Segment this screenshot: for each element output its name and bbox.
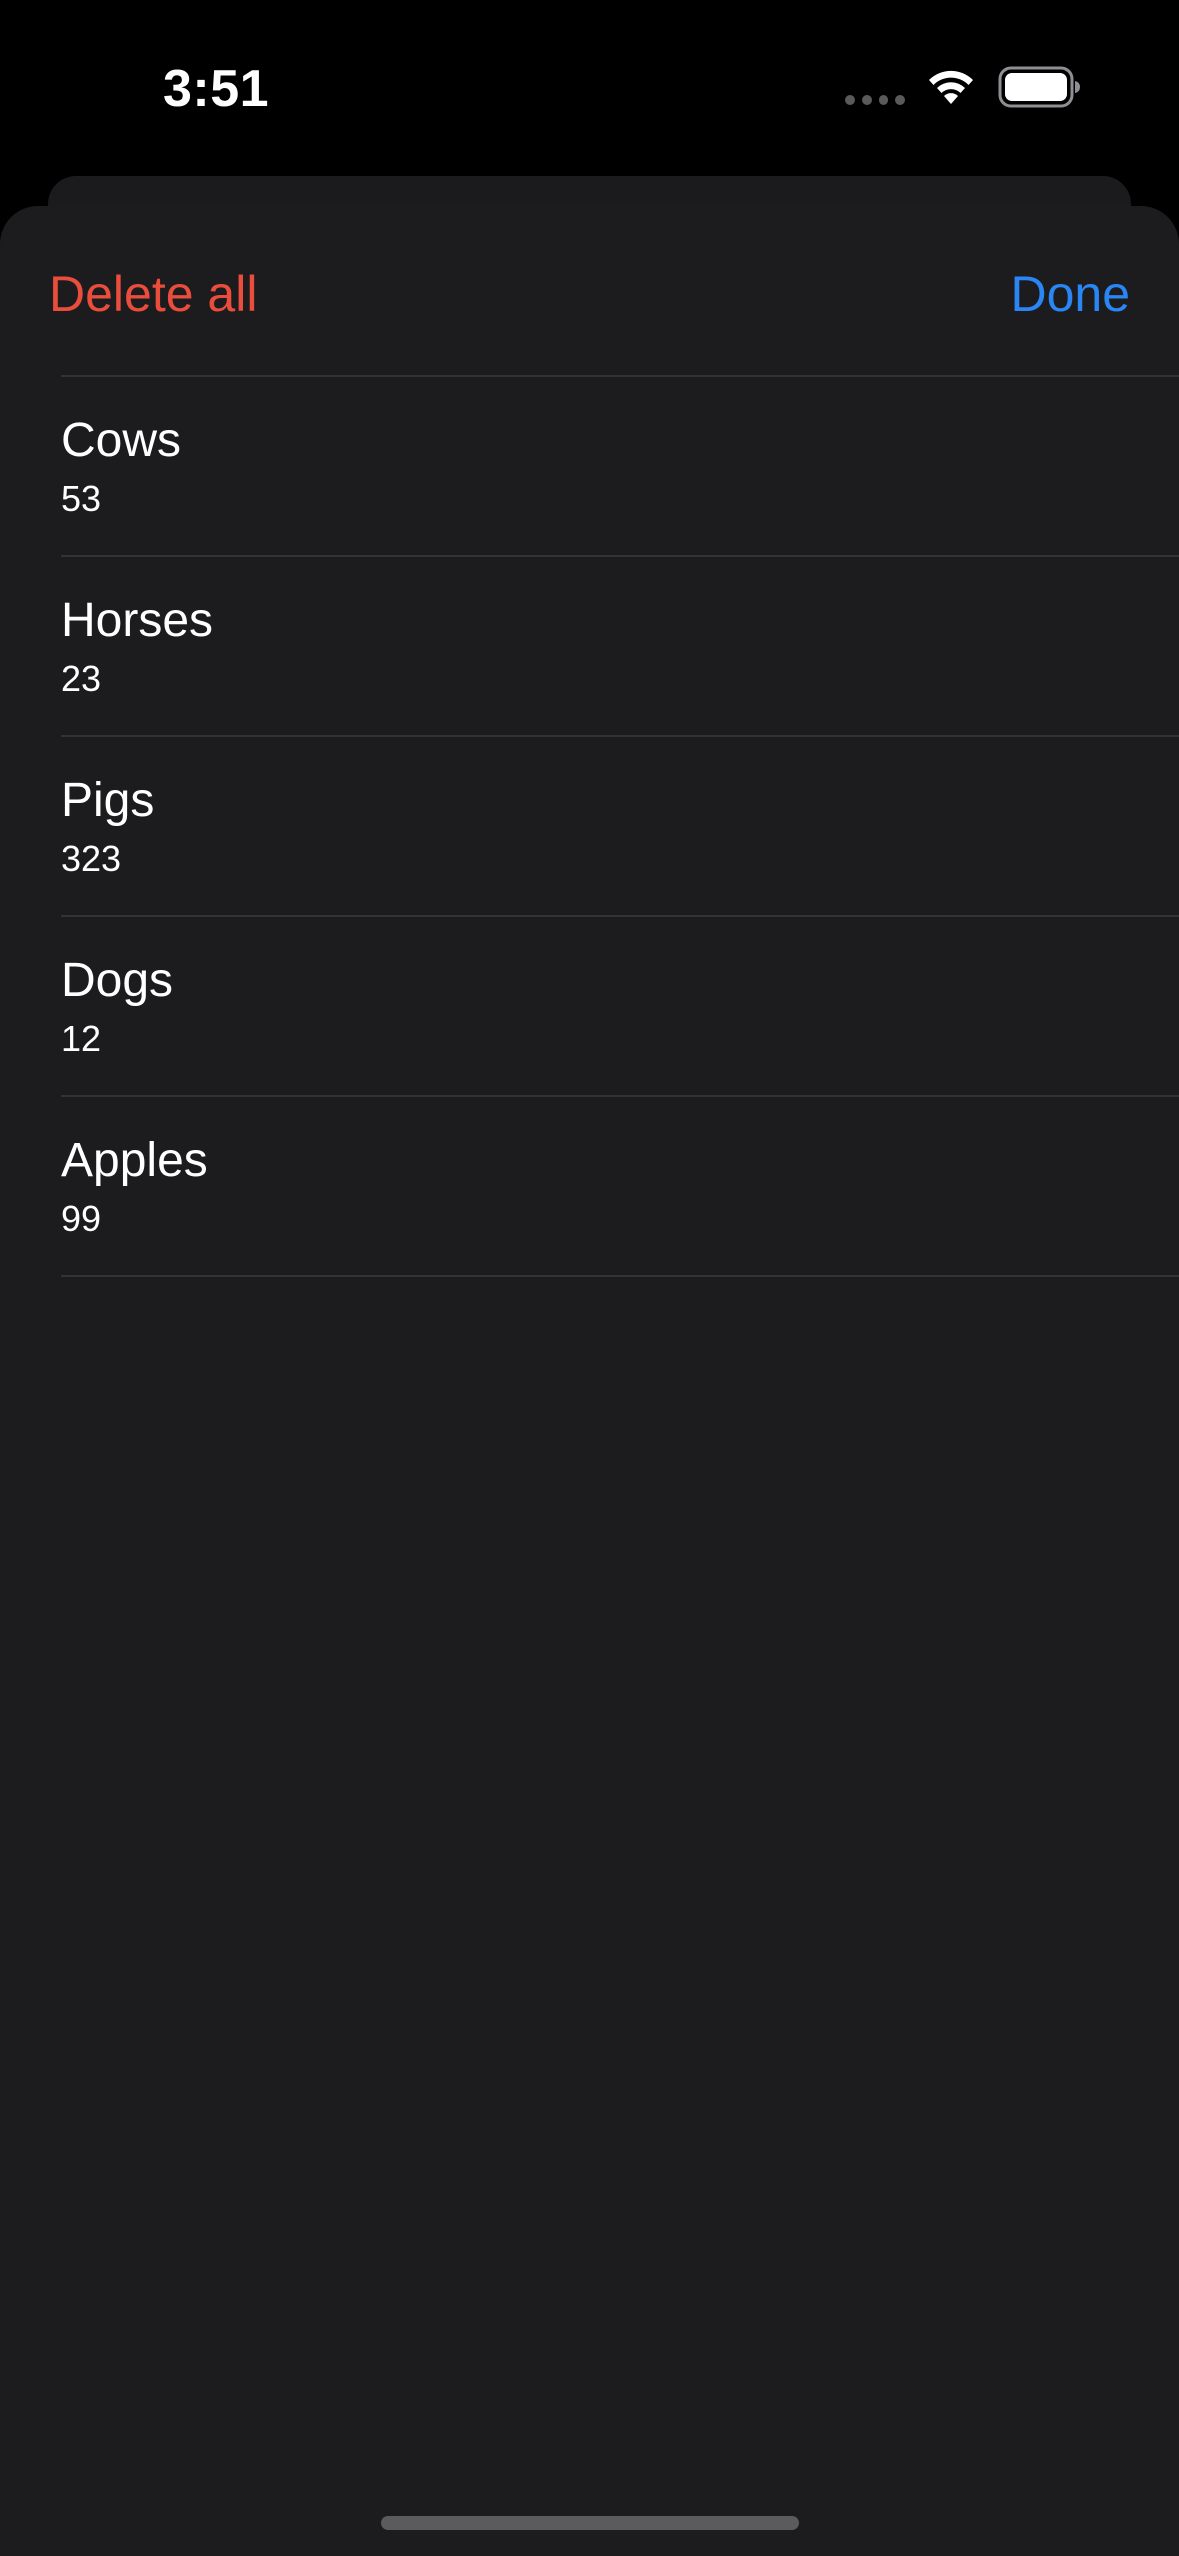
list-item-title: Apples xyxy=(61,1134,208,1187)
list-item-pigs[interactable]: Pigs 323 xyxy=(61,735,1179,915)
list-sheet: Delete all Done Cows 53 Horses 23 Pigs 3… xyxy=(0,206,1179,2556)
list-item-count: 323 xyxy=(61,838,122,879)
list-item-count: 99 xyxy=(61,1198,102,1239)
delete-all-button[interactable]: Delete all xyxy=(49,264,257,324)
status-time: 3:51 xyxy=(163,60,270,118)
wifi-icon xyxy=(929,70,973,104)
list-item-title: Horses xyxy=(61,594,214,647)
home-indicator[interactable] xyxy=(381,2516,799,2530)
status-bar: 3:51 xyxy=(0,0,1179,175)
item-list: Cows 53 Horses 23 Pigs 323 Dogs 12 Apple… xyxy=(61,375,1179,1277)
list-item-title: Pigs xyxy=(61,774,155,827)
done-button[interactable]: Done xyxy=(1010,264,1130,324)
list-item-title: Cows xyxy=(61,414,182,467)
list-item-apples[interactable]: Apples 99 xyxy=(61,1095,1179,1277)
list-item-dogs[interactable]: Dogs 12 xyxy=(61,915,1179,1095)
battery-icon xyxy=(998,66,1080,108)
list-item-count: 53 xyxy=(61,478,102,519)
list-item-title: Dogs xyxy=(61,954,174,1007)
sheet-header: Delete all Done xyxy=(0,206,1179,376)
list-item-cows[interactable]: Cows 53 xyxy=(61,375,1179,555)
list-item-count: 12 xyxy=(61,1018,102,1059)
list-item-horses[interactable]: Horses 23 xyxy=(61,555,1179,735)
list-item-count: 23 xyxy=(61,658,102,699)
cellular-signal-icon xyxy=(845,95,905,107)
